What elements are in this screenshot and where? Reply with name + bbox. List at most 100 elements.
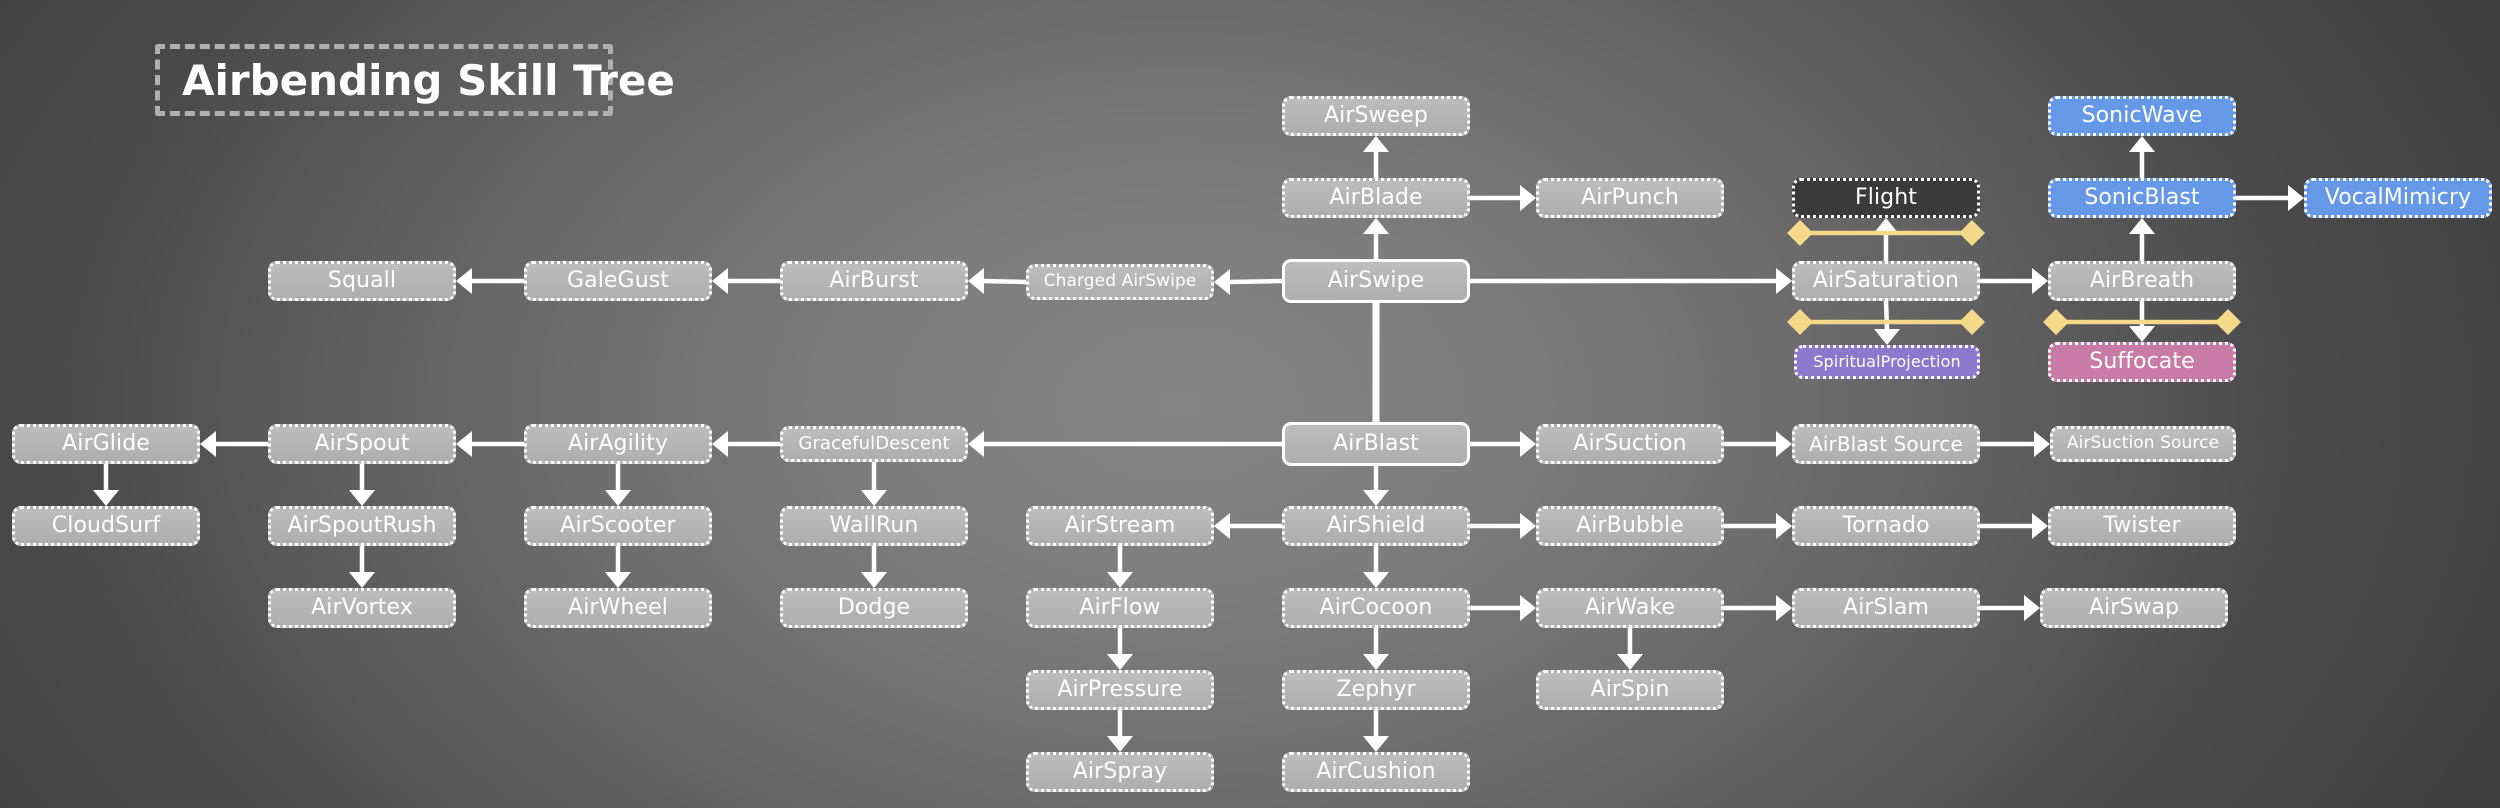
skill-node-aircushion[interactable]: AirCushion (1282, 752, 1470, 792)
skill-node-airspoutrush[interactable]: AirSpoutRush (268, 506, 456, 546)
skill-node-dodge[interactable]: Dodge (780, 588, 968, 628)
skill-node-airwheel[interactable]: AirWheel (524, 588, 712, 628)
skill-node-label: AirSpray (1072, 759, 1168, 785)
skill-node-galegust[interactable]: GaleGust (524, 261, 712, 301)
skill-node-label: SpiritualProjection (1813, 351, 1961, 371)
skill-node-squall[interactable]: Squall (268, 261, 456, 301)
skill-node-airblastsource[interactable]: AirBlast Source (1792, 424, 1980, 464)
edge-galegust-to-squall-head (456, 268, 472, 294)
skill-node-label: SonicBlast (2084, 185, 2200, 211)
skill-node-label: AirFlow (1079, 595, 1161, 621)
edge-airwake-to-airspin-head (1617, 654, 1643, 670)
skill-node-label: Zephyr (1336, 677, 1416, 703)
skill-node-label: WallRun (829, 513, 919, 539)
skill-node-airstream[interactable]: AirStream (1026, 506, 1214, 546)
skill-node-airburst[interactable]: AirBurst (780, 261, 968, 301)
skill-node-airpunch[interactable]: AirPunch (1536, 178, 1724, 218)
edge-airwake-to-airslam-head (1776, 595, 1792, 621)
skill-node-vocalmimicry[interactable]: VocalMimicry (2304, 178, 2492, 218)
edge-airslam-to-airswap-head (2024, 595, 2040, 621)
edge-airsaturation-to-flight-head (1873, 218, 1899, 234)
skill-node-label: AirCushion (1316, 759, 1436, 785)
skill-node-label: AirGlide (62, 431, 150, 457)
diamond-icon-saturation-spiritual-link-start (1787, 309, 1813, 335)
skill-node-flight[interactable]: Flight (1792, 178, 1980, 218)
skill-node-airsuction[interactable]: AirSuction (1536, 424, 1724, 464)
skill-node-airsaturation[interactable]: AirSaturation (1792, 261, 1980, 301)
skill-node-airscooter[interactable]: AirScooter (524, 506, 712, 546)
skill-node-label: AirSuction (1573, 431, 1687, 457)
edge-airswipe-to-airsaturation-head (1776, 268, 1792, 294)
skill-node-label: AirCocoon (1319, 595, 1433, 621)
skill-node-label: CloudSurf (51, 513, 161, 539)
edge-airflow-to-airpressure-head (1107, 654, 1133, 670)
edge-airshield-to-airstream-head (1214, 513, 1230, 539)
skill-node-gracefuldescent[interactable]: GracefulDescent (780, 426, 968, 462)
skill-node-zephyr[interactable]: Zephyr (1282, 670, 1470, 710)
skill-node-airsweep[interactable]: AirSweep (1282, 96, 1470, 136)
edge-airspout-to-airspoutrush-head (349, 490, 375, 506)
skill-node-airbubble[interactable]: AirBubble (1536, 506, 1724, 546)
edge-airagility-to-airspout-head (456, 431, 472, 457)
skill-node-wallrun[interactable]: WallRun (780, 506, 968, 546)
edge-airscooter-to-airwheel-head (605, 572, 631, 588)
skill-node-cloudsurf[interactable]: CloudSurf (12, 506, 200, 546)
skill-node-airsuctionsource[interactable]: AirSuction Source (2050, 426, 2236, 462)
page-title-frame: Airbending Skill Tree (155, 44, 675, 116)
skill-node-label: AirScooter (560, 513, 676, 539)
skill-node-label: Squall (327, 268, 397, 294)
skill-node-airspout[interactable]: AirSpout (268, 424, 456, 464)
skill-node-label: AirStream (1064, 513, 1176, 539)
skill-node-airslam[interactable]: AirSlam (1792, 588, 1980, 628)
skill-node-label: AirWheel (568, 595, 668, 621)
edge-airblade-to-airpunch-head (1520, 185, 1536, 211)
skill-node-aircocoon[interactable]: AirCocoon (1282, 588, 1470, 628)
edge-airblastsource-to-airsuctionsource-head (2034, 431, 2050, 457)
skill-node-label: Tornado (1842, 513, 1930, 539)
skill-node-suffocate[interactable]: Suffocate (2048, 342, 2236, 382)
skill-node-label: Flight (1854, 185, 1917, 211)
skill-node-label: Charged AirSwipe (1043, 271, 1197, 292)
skill-node-label: AirWake (1584, 595, 1676, 621)
diamond-icon-saturation-spiritual-link-end (1959, 309, 1985, 335)
edge-zephyr-to-aircushion-head (1363, 736, 1389, 752)
skill-node-airpressure[interactable]: AirPressure (1026, 670, 1214, 710)
skill-tree-canvas: Airbending Skill Tree AirSweep AirBlade Ai… (0, 0, 2500, 808)
diamond-icon-breath-suffocate-link-end (2215, 309, 2241, 335)
edge-gracefuldescent-to-wallrun-head (861, 490, 887, 506)
skill-node-chargedairswipe[interactable]: Charged AirSwipe (1026, 264, 1214, 300)
skill-node-airswipe[interactable]: AirSwipe (1282, 259, 1470, 303)
skill-node-airshield[interactable]: AirShield (1282, 506, 1470, 546)
skill-node-sonicwave[interactable]: SonicWave (2048, 96, 2236, 136)
edge-chargedairswipe-to-airburst (982, 278, 1027, 285)
skill-node-label: AirPunch (1581, 185, 1679, 211)
skill-node-airbreath[interactable]: AirBreath (2048, 261, 2236, 301)
skill-node-label: AirBurst (829, 268, 919, 294)
skill-node-airblade[interactable]: AirBlade (1282, 178, 1470, 218)
skill-node-airagility[interactable]: AirAgility (524, 424, 712, 464)
skill-node-tornado[interactable]: Tornado (1792, 506, 1980, 546)
skill-node-twister[interactable]: Twister (2048, 506, 2236, 546)
edge-airburst-to-galegust-head (712, 268, 728, 294)
skill-node-airswap[interactable]: AirSwap (2040, 588, 2228, 628)
edge-airsuction-to-airblastsource-head (1776, 431, 1792, 457)
skill-node-airvortex[interactable]: AirVortex (268, 588, 456, 628)
skill-node-spiritualprojection[interactable]: SpiritualProjection (1794, 345, 1980, 379)
skill-node-airspray[interactable]: AirSpray (1026, 752, 1214, 792)
edge-airshield-to-aircocoon-head (1363, 572, 1389, 588)
skill-node-airwake[interactable]: AirWake (1536, 588, 1724, 628)
skill-node-airglide[interactable]: AirGlide (12, 424, 200, 464)
edge-airspout-to-airglide-head (200, 431, 216, 457)
skill-node-label: AirShield (1326, 513, 1426, 539)
skill-node-sonicblast[interactable]: SonicBlast (2048, 178, 2236, 218)
skill-node-label: AirSwap (2088, 595, 2180, 621)
edge-airswipe-to-chargedairswipe (1228, 278, 1283, 285)
edge-airpressure-to-airspray-head (1107, 736, 1133, 752)
skill-node-label: Suffocate (2089, 349, 2195, 375)
edge-airbubble-to-tornado-head (1776, 513, 1792, 539)
skill-node-label: AirBlast (1333, 431, 1419, 457)
skill-node-airblast[interactable]: AirBlast (1282, 422, 1470, 466)
skill-node-airflow[interactable]: AirFlow (1026, 588, 1214, 628)
skill-node-label: AirBreath (2089, 268, 2195, 294)
skill-node-airspin[interactable]: AirSpin (1536, 670, 1724, 710)
